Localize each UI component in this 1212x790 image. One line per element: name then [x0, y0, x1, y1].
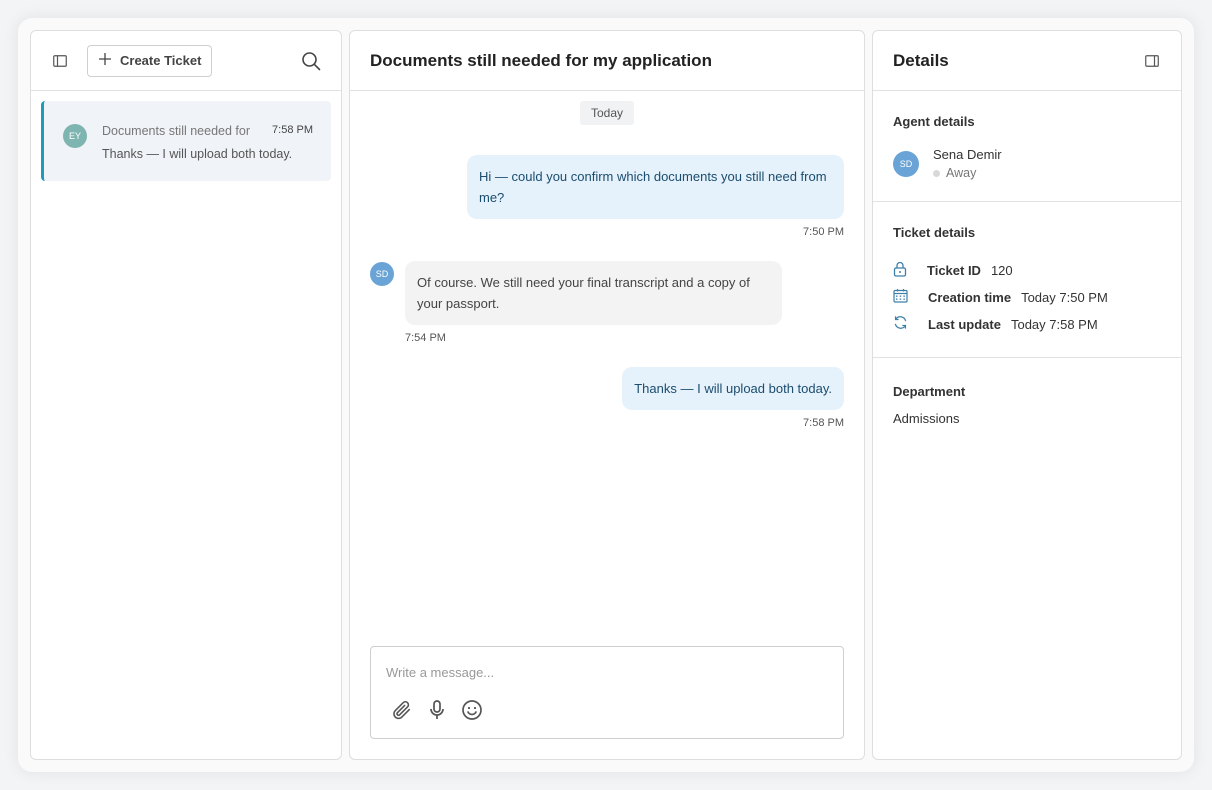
- lock-icon: [893, 261, 907, 280]
- creation-time-label: Creation time: [928, 289, 1012, 305]
- avatar: SD: [370, 262, 394, 286]
- avatar: EY: [63, 124, 87, 148]
- message-bubble-outgoing: Thanks — I will upload both today.: [622, 367, 844, 410]
- last-update-label: Last update: [928, 316, 1001, 332]
- message-composer: [370, 646, 844, 739]
- details-title: Details: [893, 50, 949, 70]
- message-bubble-incoming: Of course. We still need your final tran…: [405, 261, 782, 325]
- emoji-icon[interactable]: [461, 699, 483, 721]
- ticket-details-title: Ticket details: [893, 225, 976, 240]
- agent-details-title: Agent details: [893, 114, 975, 129]
- message-time: 7:50 PM: [803, 226, 844, 238]
- plus-icon: [98, 52, 112, 69]
- calendar-icon: [893, 288, 908, 306]
- ticket-preview: Thanks — I will upload both today.: [102, 147, 293, 161]
- ticket-list-panel: Create Ticket EY Documents still needed …: [30, 30, 342, 760]
- ticket-list-header: Create Ticket: [31, 31, 341, 91]
- creation-time-row: Creation time Today 7:50 PM: [893, 288, 1108, 306]
- agent-status-label: Away: [946, 166, 977, 180]
- status-dot: [933, 169, 940, 177]
- ticket-title: Documents still needed for my applicatio…: [102, 124, 254, 138]
- composer-toolbar: [391, 699, 483, 721]
- agent-details-section: Agent details SD Sena Demir Away: [873, 91, 1181, 202]
- details-panel: Details Agent details SD Sena Demir Away…: [872, 30, 1182, 760]
- last-update-row: Last update Today 7:58 PM: [893, 315, 1098, 333]
- ticket-list-item[interactable]: EY Documents still needed for my applica…: [41, 101, 331, 181]
- last-update-value: Today 7:58 PM: [1010, 316, 1098, 332]
- department-section: Department Admissions: [873, 358, 1181, 448]
- agent-status: Away: [933, 166, 976, 180]
- department-title: Department: [893, 384, 966, 399]
- ticket-id-value: 120: [990, 263, 1013, 278]
- app-window: Create Ticket EY Documents still needed …: [18, 18, 1194, 772]
- ticket-details-section: Ticket details Ticket ID 120 Creation ti…: [873, 202, 1181, 358]
- creation-time-value: Today 7:50 PM: [1021, 289, 1108, 305]
- microphone-icon[interactable]: [427, 699, 447, 721]
- create-ticket-button[interactable]: Create Ticket: [87, 44, 213, 77]
- message-time: 7:54 PM: [405, 332, 446, 344]
- ticket-time: 7:58 PM: [272, 124, 313, 136]
- ticket-id-row: Ticket ID 120: [893, 261, 1013, 280]
- refresh-icon: [893, 315, 908, 333]
- create-ticket-label: Create Ticket: [120, 53, 202, 68]
- message-time: 7:58 PM: [803, 417, 844, 429]
- conversation-panel: Documents still needed for my applicatio…: [349, 30, 865, 760]
- ticket-id-label: Ticket ID: [927, 263, 981, 278]
- agent-name: Sena Demir: [933, 147, 1002, 162]
- avatar: SD: [893, 151, 919, 177]
- department-value: Admissions: [893, 411, 960, 426]
- conversation-title: Documents still needed for my applicatio…: [350, 31, 864, 91]
- details-header: Details: [873, 31, 1181, 91]
- panel-collapse-icon[interactable]: [1145, 54, 1159, 68]
- search-icon[interactable]: [301, 51, 321, 71]
- message-bubble-outgoing: Hi — could you confirm which documents y…: [467, 155, 844, 219]
- day-separator: Today: [580, 101, 634, 125]
- paperclip-icon[interactable]: [391, 699, 413, 721]
- message-input[interactable]: [386, 665, 826, 680]
- sidebar-toggle-icon[interactable]: [53, 54, 67, 68]
